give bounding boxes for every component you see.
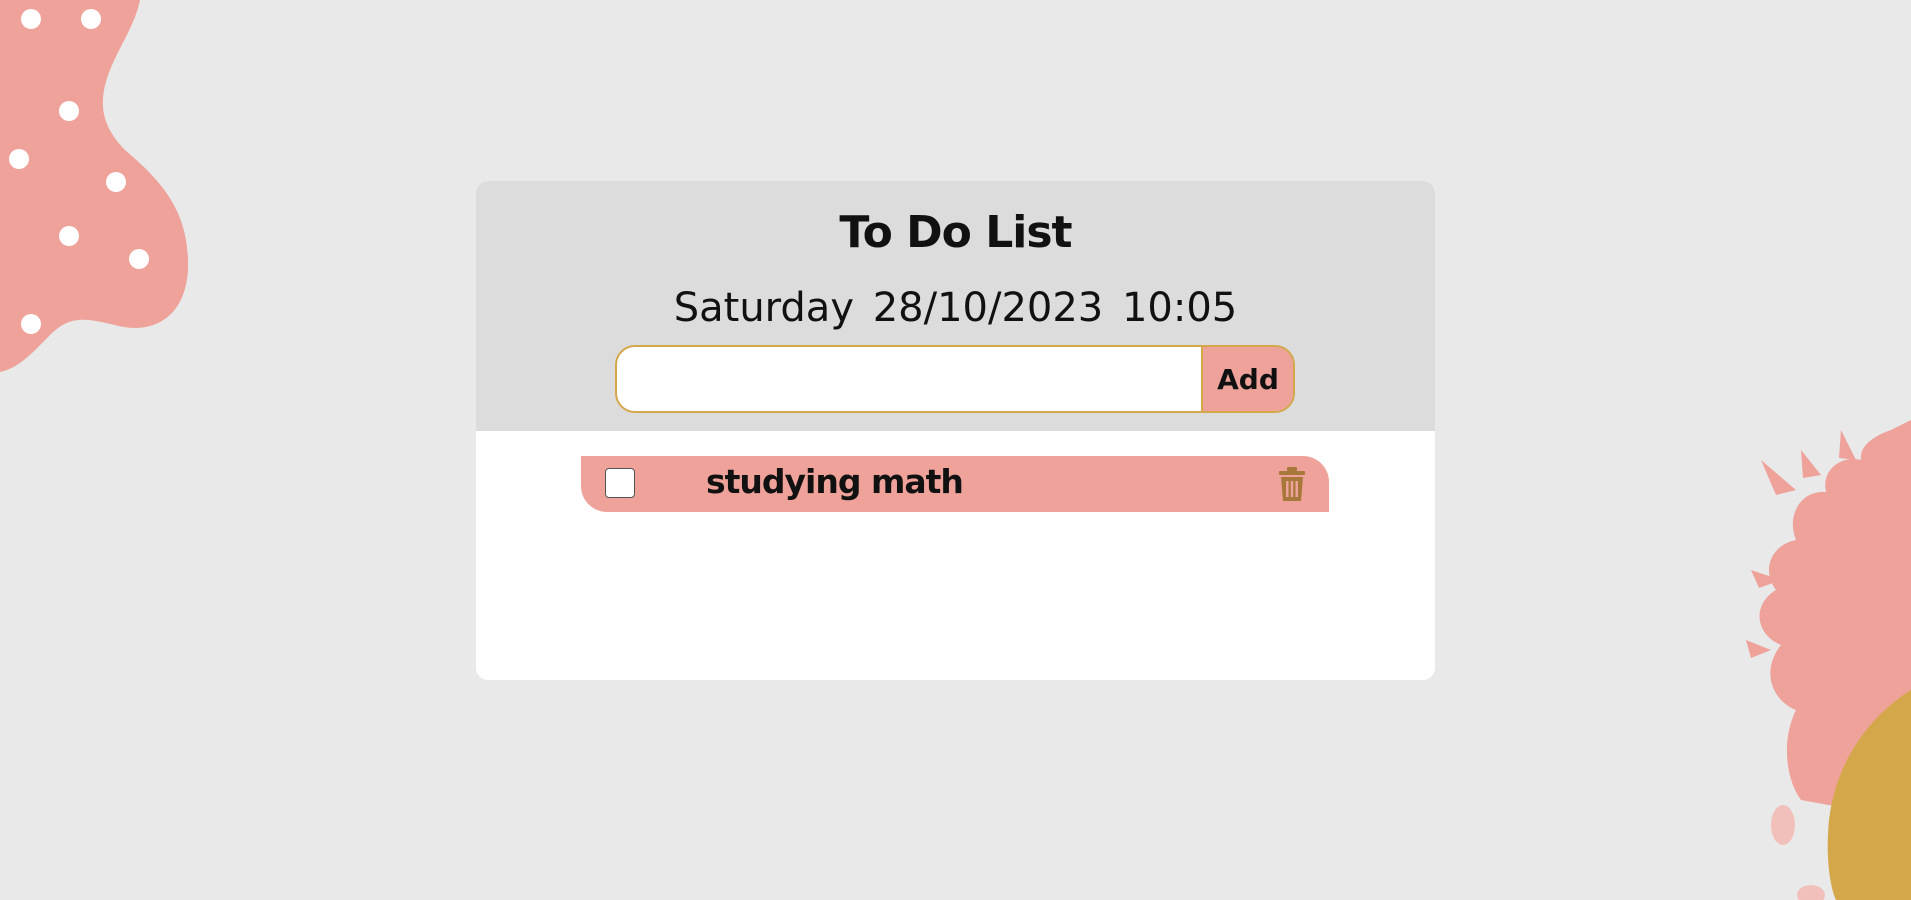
decorative-blob-left xyxy=(0,0,189,372)
task-text: studying math xyxy=(706,462,964,501)
task-input[interactable] xyxy=(617,347,1201,411)
task-list: studying math xyxy=(581,456,1329,512)
current-datetime: Saturday 28/10/2023 10:05 xyxy=(673,285,1238,331)
card-header: To Do List Saturday 28/10/2023 10:05 Add xyxy=(476,181,1435,431)
add-task-form: Add xyxy=(615,345,1295,413)
todo-card: To Do List Saturday 28/10/2023 10:05 Add… xyxy=(476,181,1435,680)
page: To Do List Saturday 28/10/2023 10:05 Add… xyxy=(0,0,1911,900)
add-button[interactable]: Add xyxy=(1201,347,1293,411)
trash-icon[interactable] xyxy=(1277,466,1307,502)
task-checkbox[interactable] xyxy=(605,468,635,498)
task-item: studying math xyxy=(581,456,1329,512)
decorative-splash-right xyxy=(1746,420,1911,900)
page-title: To Do List xyxy=(839,207,1072,258)
